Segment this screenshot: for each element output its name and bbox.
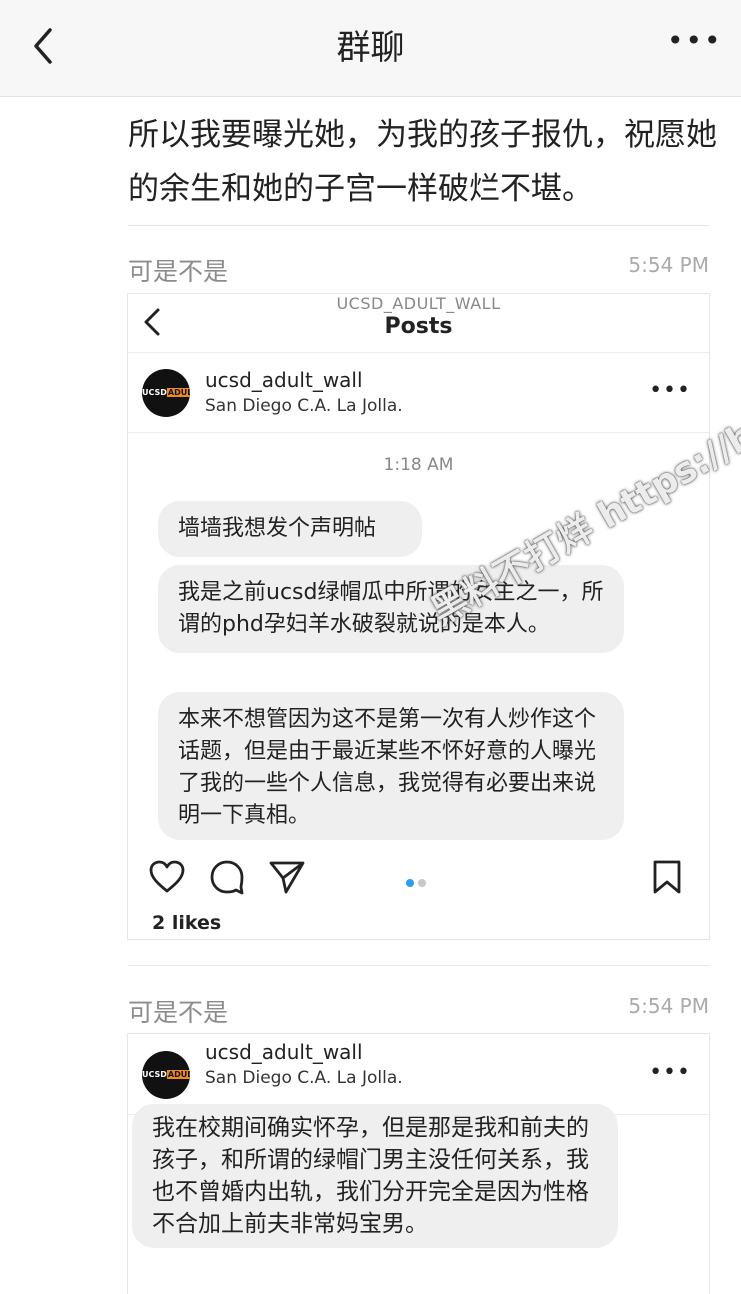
message-time: 5:54 PM — [628, 253, 709, 277]
sender-name: 可是不是 — [128, 257, 229, 286]
username[interactable]: ucsd_adult_wall — [205, 368, 363, 392]
likes-count[interactable]: 2 likes — [152, 912, 221, 934]
more-horizontal-icon[interactable]: ••• — [649, 378, 691, 403]
username[interactable]: ucsd_adult_wall — [205, 1040, 363, 1064]
shared-post-card[interactable]: UCSDADULT ucsd_adult_wall San Diego C.A.… — [127, 1033, 710, 1294]
message-text: 所以我要曝光她，为我的孩子报仇，祝愿她的余生和她的子宫一样破烂不堪。 — [128, 117, 717, 207]
divider — [128, 225, 709, 226]
share-icon[interactable] — [268, 858, 306, 896]
more-horizontal-icon[interactable]: ••• — [649, 1060, 691, 1085]
avatar[interactable]: UCSDADULT — [142, 369, 190, 417]
shared-post-card[interactable]: UCSD_ADULT_WALL Posts UCSDADULT ucsd_adu… — [127, 293, 710, 940]
post-header: UCSD_ADULT_WALL Posts — [128, 294, 709, 353]
more-horizontal-icon[interactable]: ••• — [667, 24, 721, 64]
chat-bubble: 本来不想管因为这不是第一次有人炒作这个话题，但是由于最近某些不怀好意的人曝光了我… — [158, 692, 624, 840]
message-time: 5:54 PM — [628, 994, 709, 1018]
comment-icon[interactable] — [208, 858, 246, 896]
post-header-subtitle: UCSD_ADULT_WALL — [336, 294, 501, 313]
chat-bubble: 我在校期间确实怀孕，但是那是我和前夫的孩子，和所谓的绿帽门男主没任何关系，我也不… — [132, 1104, 618, 1248]
chat-bubble: 墙墙我想发个声明帖 — [158, 501, 422, 557]
chat-bubble: 我是之前ucsd绿帽瓜中所谓的女主之一，所谓的phd孕妇羊水破裂就说的是本人。 — [158, 565, 624, 653]
post-profile-row: UCSDADULT ucsd_adult_wall San Diego C.A.… — [128, 1034, 709, 1115]
carousel-dot-active — [406, 879, 414, 887]
divider — [128, 965, 709, 966]
top-nav-bar: 群聊 ••• — [0, 0, 741, 97]
carousel-dot — [418, 879, 426, 887]
avatar[interactable]: UCSDADULT — [142, 1051, 190, 1099]
bookmark-icon[interactable] — [648, 858, 686, 896]
page-title: 群聊 — [336, 28, 405, 68]
carousel-indicator — [406, 872, 430, 891]
location[interactable]: San Diego C.A. La Jolla. — [205, 1068, 403, 1088]
sender-name: 可是不是 — [128, 998, 229, 1027]
heart-icon[interactable] — [148, 858, 186, 896]
post-header-title: Posts — [384, 314, 453, 339]
location[interactable]: San Diego C.A. La Jolla. — [205, 396, 403, 416]
post-actions-bar — [128, 846, 709, 906]
post-profile-row: UCSDADULT ucsd_adult_wall San Diego C.A.… — [128, 352, 709, 433]
